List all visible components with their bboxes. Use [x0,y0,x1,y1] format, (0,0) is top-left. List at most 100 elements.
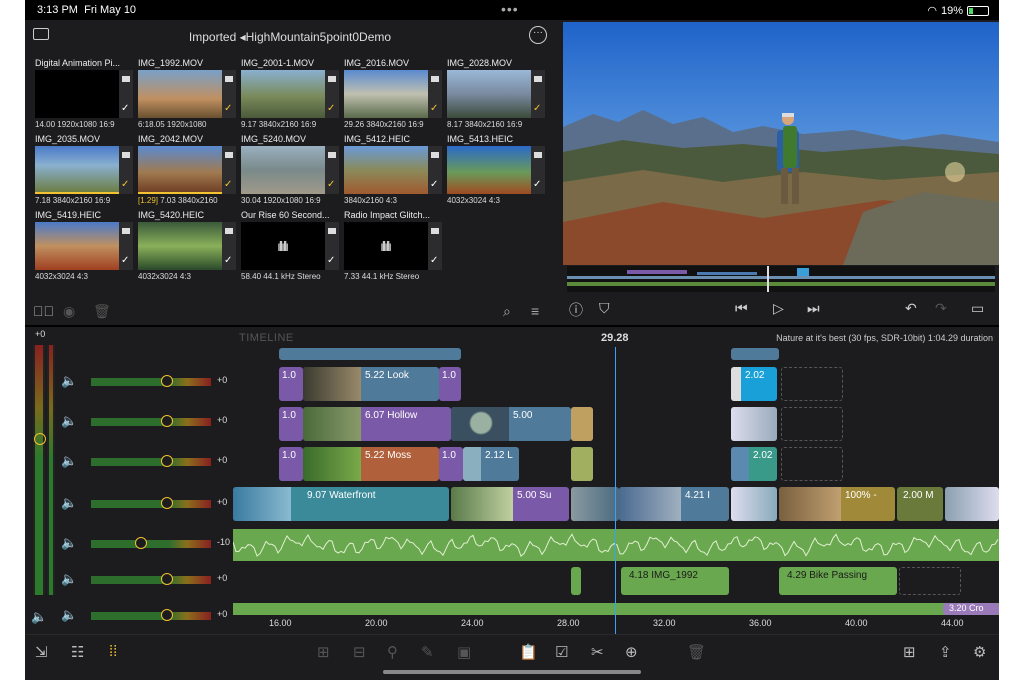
clip-end[interactable] [945,487,999,521]
audio-clip-bike[interactable]: 4.29 Bike Passing [779,567,897,595]
audio-clip-small[interactable] [571,567,581,595]
search-icon[interactable]: ⌕ [503,303,511,320]
layout-icon[interactable]: ⊞ [903,643,916,661]
media-clip[interactable]: IMG_2035.MOV ✓ 7.18 3840x2160 16:9 [35,134,133,206]
select-check-icon[interactable]: ✓⃝ [33,303,54,319]
clip-thumbnail[interactable]: ✓ [138,70,236,118]
clip-top-2[interactable] [731,348,779,360]
volume-fader[interactable] [91,415,211,427]
scissors-icon[interactable]: ✂ [591,643,604,661]
fader-knob[interactable] [160,375,173,387]
media-clip[interactable]: IMG_5413.HEIC ✓ 4032x3024 4:3 [447,134,545,206]
list-icon[interactable]: ☷ [71,643,84,661]
clip-waterfront[interactable]: 9.07 Waterfront [233,487,449,521]
transition-clip[interactable]: 1.0 [279,367,303,401]
fader-knob[interactable] [160,497,173,509]
undo-icon[interactable]: ↶ [905,300,917,317]
clip-2-02[interactable]: 2.02 [731,367,777,401]
clip-2-12[interactable]: 2.12 L [463,447,519,481]
volume-fader[interactable] [91,455,211,467]
redo-icon[interactable]: ↷ [935,300,947,317]
clip-thumbnail[interactable]: ✓ [447,146,545,194]
media-clip[interactable]: IMG_2016.MOV ✓ 29.26 3840x2160 16:9 [344,58,442,130]
pen-icon[interactable]: ✎ [421,643,434,661]
video-preview[interactable] [563,22,999,265]
more-options-icon[interactable]: ··· [529,26,547,44]
share-icon[interactable]: ⇪ [939,643,952,661]
link-icon[interactable]: ⚲ [387,643,398,661]
speaker-icon[interactable]: 🔈 [61,535,77,551]
clip-thumbnail[interactable]: ✓ [35,146,133,194]
placeholder-clip-3[interactable] [781,447,843,481]
timeline[interactable]: TIMELINE 29.28 Nature at it's best (30 f… [233,327,999,634]
speaker-icon[interactable]: 🔈 [61,571,77,587]
sort-icon[interactable]: ≡ [531,303,539,319]
clip-hollow[interactable]: 6.07 Hollow [303,407,451,441]
fader-knob[interactable] [160,415,173,427]
volume-fader[interactable] [91,573,211,585]
clip-thumbnail[interactable]: ✓ [241,146,339,194]
transition-clip-3[interactable]: 1.0 [279,407,303,441]
clip-thumbnail[interactable]: ıllıllı ✓ [241,222,339,270]
clip-look[interactable]: 5.22 Look [303,367,439,401]
audio-clip-img1992[interactable]: 4.18 IMG_1992 [621,567,729,595]
clip-thumbnail[interactable]: ✓ [35,222,133,270]
clip-snow[interactable] [731,407,777,441]
clip-2-02-b[interactable]: 2.02 [731,447,777,481]
media-clip[interactable]: IMG_1992.MOV ✓ 6:18.05 1920x1080 [138,58,236,130]
transition-clip-4[interactable]: 1.0 [279,447,303,481]
media-clip[interactable]: Digital Animation Pi... ✓ 14.00 1920x1080 … [35,58,133,130]
multitask-dots[interactable]: ••• [501,1,519,17]
info-icon[interactable]: ⓘ [569,300,583,320]
settings-icon[interactable]: ⚙ [973,643,986,661]
play-icon[interactable]: ▷ [773,300,784,317]
clipboard-icon[interactable]: 📋 [519,643,538,661]
playhead[interactable] [615,347,616,634]
add-track-icon[interactable]: ⊟ [353,643,366,661]
clip-5-00[interactable]: 5.00 [451,407,571,441]
speaker-icon[interactable]: 🔈 [61,495,77,511]
placeholder-clip-2[interactable] [781,407,843,441]
volume-fader[interactable] [91,537,211,549]
audio-mixer-icon[interactable]: ⁞⁞ [109,643,117,660]
clip-thumbnail[interactable]: ✓ [138,146,236,194]
marker-icon[interactable]: ⛉ [599,300,610,317]
fader-knob[interactable] [160,609,173,621]
fader-knob[interactable] [160,455,173,467]
clip-m[interactable]: 2.00 M [897,487,943,521]
clip-moss[interactable]: 5.22 Moss [303,447,439,481]
clip-thumbnail[interactable]: ✓ [344,146,442,194]
import-icon[interactable]: ⇲ [35,643,48,661]
clip-thumbnail[interactable]: ✓ [344,70,442,118]
media-clip[interactable]: IMG_5420.HEIC ✓ 4032x3024 4:3 [138,210,236,282]
trash-icon[interactable]: 🗑 [93,303,111,320]
skip-forward-icon[interactable]: ⏭ [807,300,820,317]
placeholder-clip[interactable] [781,367,843,401]
clip-small-3[interactable] [571,487,619,521]
clip-thumbnail[interactable]: ✓ [447,70,545,118]
fader-knob[interactable] [160,573,173,585]
clip-thumbnail[interactable]: ✓ [138,222,236,270]
media-clip[interactable]: IMG_2001-1.MOV ✓ 9.17 3840x2160 16:9 [241,58,339,130]
select-icon[interactable]: ☑ [555,643,568,661]
record-icon[interactable]: ◉ [63,303,75,320]
master-speaker-icon[interactable]: 🔈 [31,609,47,625]
audio-track-music[interactable] [233,529,999,561]
media-clip[interactable]: IMG_2042.MOV ✓ [1.29] 7.03 3840x2160 [138,134,236,206]
media-clip[interactable]: Radio Impact Glitch... ıllıllı ✓ 7.33 44.1 … [344,210,442,282]
photo-icon[interactable]: ▣ [457,643,471,661]
media-clip[interactable]: IMG_2028.MOV ✓ 8.17 3840x2160 16:9 [447,58,545,130]
speaker-icon[interactable]: 🔈 [61,413,77,429]
audio-placeholder[interactable] [899,567,961,595]
speaker-icon[interactable]: 🔈 [61,453,77,469]
volume-fader[interactable] [91,497,211,509]
delete-icon[interactable]: 🗑 [687,643,706,661]
speaker-icon[interactable]: 🔈 [61,373,77,389]
skip-back-icon[interactable]: ⏮ [735,300,748,317]
clip-thumbnail[interactable]: ✓ [35,70,133,118]
clip-snow-2[interactable] [731,487,777,521]
clip-4-21[interactable]: 4.21 I [619,487,729,521]
speaker-icon[interactable]: 🔈 [61,607,77,623]
mini-timeline[interactable] [567,266,995,292]
media-clip[interactable]: IMG_5419.HEIC ✓ 4032x3024 4:3 [35,210,133,282]
